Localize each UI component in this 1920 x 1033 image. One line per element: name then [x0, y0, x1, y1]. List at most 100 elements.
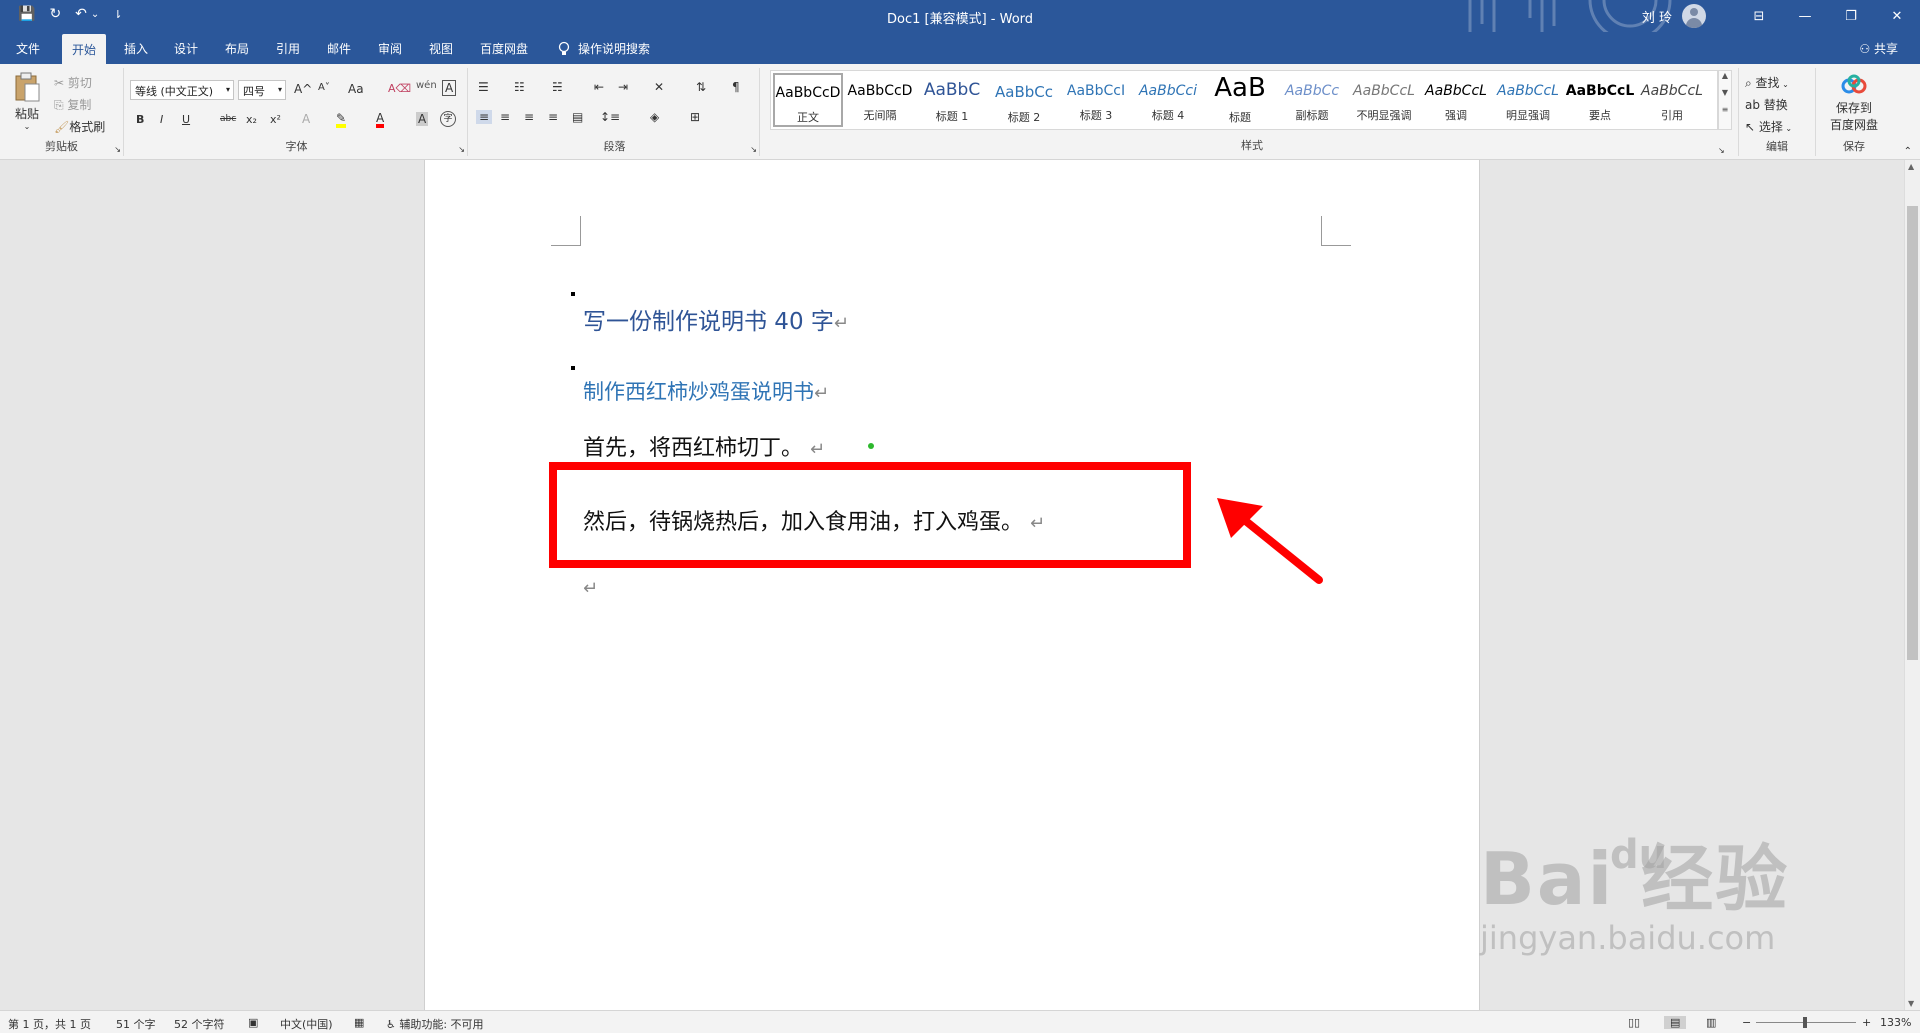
vertical-scrollbar[interactable]: ▲ ▼ — [1904, 160, 1920, 1010]
style-no-spacing[interactable]: AaBbCcD 无间隔 — [845, 73, 915, 127]
paragraph-launcher-icon[interactable]: ↘ — [750, 145, 757, 154]
char-border-button[interactable]: A — [442, 80, 457, 96]
copy-button[interactable]: ⎘ 复制 — [54, 96, 91, 113]
scroll-up-icon[interactable]: ▲ — [1908, 162, 1914, 171]
tab-baidu-netdisk[interactable]: 百度网盘 — [480, 40, 528, 57]
document-page[interactable]: 写一份制作说明书 40 字↵ 制作西红柿炒鸡蛋说明书↵ 首先，将西红柿切丁。 ↵… — [424, 160, 1480, 1010]
change-case-button[interactable]: Aa — [348, 82, 364, 96]
minimize-button[interactable]: — — [1782, 0, 1828, 32]
char-count[interactable]: 52 个字符 — [174, 1016, 225, 1032]
tab-home[interactable]: 开始 — [62, 34, 107, 64]
tab-design[interactable]: 设计 — [174, 40, 198, 57]
font-launcher-icon[interactable]: ↘ — [458, 145, 465, 154]
empty-paragraph-mark[interactable]: ↵ — [583, 578, 598, 599]
tab-view[interactable]: 视图 — [429, 40, 453, 57]
collapse-ribbon-icon[interactable]: ⌃ — [1904, 146, 1912, 157]
zoom-level[interactable]: 133% — [1880, 1016, 1911, 1029]
phonetic-guide-button[interactable]: wén — [416, 80, 437, 91]
style-subtitle[interactable]: AaBbCc 副标题 — [1277, 73, 1347, 127]
chevron-up-icon[interactable]: ▲ — [1719, 71, 1731, 80]
numbering-icon[interactable]: ☷ — [514, 80, 525, 94]
sort-icon[interactable]: ⇅ — [696, 80, 706, 94]
shading-icon[interactable]: ◈ — [650, 110, 659, 124]
avatar[interactable] — [1682, 4, 1706, 28]
ribbon-display-options-icon[interactable]: ⊟ — [1736, 0, 1782, 32]
multilevel-list-icon[interactable]: ☵ — [552, 80, 563, 94]
highlight-pen-icon[interactable]: ✎ — [336, 112, 347, 128]
body-paragraph-1[interactable]: 首先，将西红柿切丁。 ↵ — [583, 430, 825, 462]
distributed-icon[interactable]: ▤ — [572, 110, 583, 124]
word-count[interactable]: 51 个字 — [116, 1016, 156, 1032]
align-center-icon[interactable]: ≡ — [500, 110, 510, 124]
share-button[interactable]: ⚇ 共享 — [1859, 40, 1898, 57]
chinese-layout-icon[interactable]: ✕ — [654, 80, 664, 94]
align-right-icon[interactable]: ≡ — [524, 110, 534, 124]
web-layout-icon[interactable]: ▥ — [1706, 1016, 1716, 1029]
decrease-indent-icon[interactable]: ⇤ — [594, 80, 604, 94]
style-heading-3[interactable]: AaBbCcI 标题 3 — [1061, 73, 1131, 127]
show-marks-icon[interactable]: ¶ — [732, 80, 740, 94]
format-painter-button[interactable]: 🖌格式刷 — [54, 118, 105, 135]
increase-indent-icon[interactable]: ⇥ — [618, 80, 628, 94]
tab-review[interactable]: 审阅 — [378, 40, 402, 57]
style-normal[interactable]: AaBbCcD 正文 — [773, 73, 843, 127]
superscript-button[interactable]: x² — [270, 113, 281, 126]
tab-file[interactable]: 文件 — [16, 40, 40, 57]
style-title[interactable]: AaB 标题 — [1205, 73, 1275, 127]
user-name[interactable]: 刘 玲 — [1642, 7, 1672, 26]
style-subtle-emphasis[interactable]: AaBbCcL 不明显强调 — [1349, 73, 1419, 127]
tab-layout[interactable]: 布局 — [225, 40, 249, 57]
tab-mailings[interactable]: 邮件 — [327, 40, 351, 57]
heading-1-paragraph[interactable]: 写一份制作说明书 40 字↵ — [583, 302, 849, 336]
style-quote[interactable]: AaBbCcL 引用 — [1637, 73, 1707, 127]
tell-me-search[interactable]: 操作说明搜索 — [558, 40, 650, 57]
justify-icon[interactable]: ≡ — [548, 110, 558, 124]
line-spacing-icon[interactable]: ↕≡ — [600, 110, 620, 124]
scrollbar-thumb[interactable] — [1907, 206, 1918, 660]
style-intense-emphasis[interactable]: AaBbCcL 明显强调 — [1493, 73, 1563, 127]
close-button[interactable]: ✕ — [1874, 0, 1920, 32]
strikethrough-button[interactable]: abc — [220, 114, 236, 124]
font-size-select[interactable]: 四号 ▾ — [238, 80, 286, 100]
replace-button[interactable]: ab 替换 — [1745, 96, 1788, 113]
chevron-down-icon[interactable]: ▼ — [1719, 88, 1731, 97]
style-heading-4[interactable]: AaBbCci 标题 4 — [1133, 73, 1203, 127]
tab-insert[interactable]: 插入 — [124, 40, 148, 57]
language[interactable]: 中文(中国) — [280, 1016, 333, 1032]
clear-format-button[interactable]: A⌫ — [388, 82, 411, 95]
heading-2-paragraph[interactable]: 制作西红柿炒鸡蛋说明书↵ — [583, 376, 829, 406]
char-shading-icon[interactable]: A — [416, 112, 429, 126]
style-heading-2[interactable]: AaBbCc 标题 2 — [989, 73, 1059, 127]
zoom-out-button[interactable]: − — [1742, 1016, 1751, 1029]
zoom-in-button[interactable]: + — [1862, 1016, 1871, 1029]
save-to-baidu-button[interactable]: 保存到 百度网盘 — [1824, 74, 1884, 133]
cut-button[interactable]: ✂ 剪切 — [54, 74, 92, 91]
styles-gallery-scroll[interactable]: ▲ ▼ ≡ — [1718, 70, 1732, 130]
borders-icon[interactable]: ⊞ — [690, 110, 700, 124]
italic-button[interactable]: I — [160, 113, 163, 126]
macro-icon[interactable]: ▦ — [354, 1016, 364, 1029]
font-name-select[interactable]: 等线 (中文正文) ▾ — [130, 80, 234, 100]
tab-references[interactable]: 引用 — [276, 40, 300, 57]
font-color-icon[interactable]: A — [376, 112, 385, 128]
grow-font-button[interactable]: A^ — [294, 82, 312, 96]
shrink-font-button[interactable]: A˅ — [318, 82, 330, 93]
bullets-icon[interactable]: ☰ — [478, 80, 489, 94]
clipboard-launcher-icon[interactable]: ↘ — [114, 145, 121, 154]
select-button[interactable]: ↖ 选择 ⌄ — [1745, 118, 1792, 135]
read-mode-icon[interactable]: ▯▯ — [1628, 1016, 1640, 1029]
paste-button[interactable]: 粘贴 ⌄ — [12, 72, 42, 131]
subscript-button[interactable]: x₂ — [246, 113, 257, 126]
find-button[interactable]: ⌕ 查找 ⌄ — [1745, 74, 1789, 91]
maximize-button[interactable]: ❐ — [1828, 0, 1874, 32]
zoom-slider-handle[interactable] — [1803, 1017, 1807, 1028]
bold-button[interactable]: B — [136, 113, 144, 126]
page-count[interactable]: 第 1 页，共 1 页 — [8, 1016, 91, 1032]
style-heading-1[interactable]: AaBbC 标题 1 — [917, 73, 987, 127]
text-effects-icon[interactable]: A — [302, 112, 310, 126]
styles-launcher-icon[interactable]: ↘ — [1718, 146, 1725, 155]
gallery-more-icon[interactable]: ≡ — [1719, 105, 1731, 114]
underline-button[interactable]: U — [182, 113, 190, 126]
print-layout-icon[interactable]: ▤ — [1664, 1016, 1687, 1029]
style-emphasis[interactable]: AaBbCcL 强调 — [1421, 73, 1491, 127]
